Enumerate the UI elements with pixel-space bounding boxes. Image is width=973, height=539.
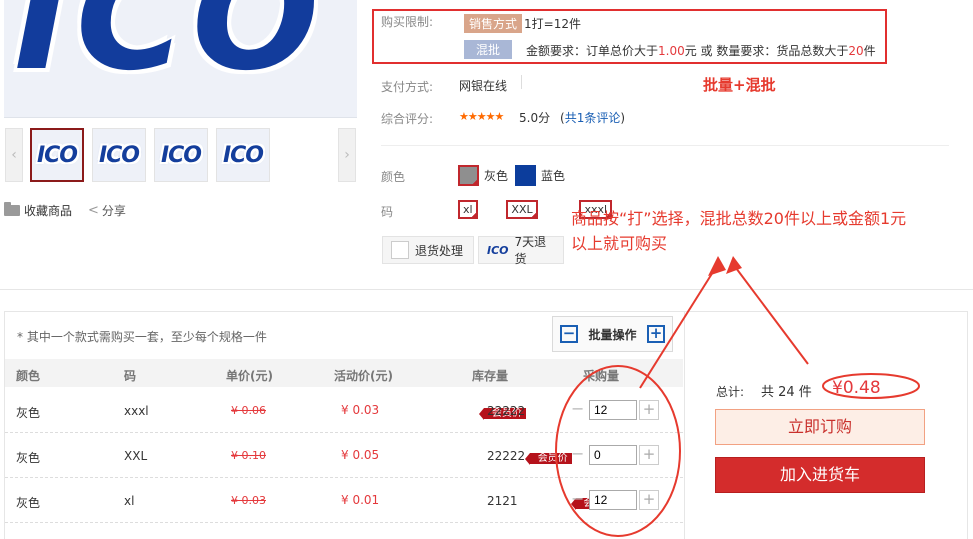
total-highlight-ellipse	[822, 373, 920, 399]
qty-highlight-ellipse	[555, 365, 681, 537]
arrow-heads	[708, 256, 742, 276]
annotation-arrows	[639, 263, 809, 389]
annotation-overlay	[555, 256, 920, 537]
